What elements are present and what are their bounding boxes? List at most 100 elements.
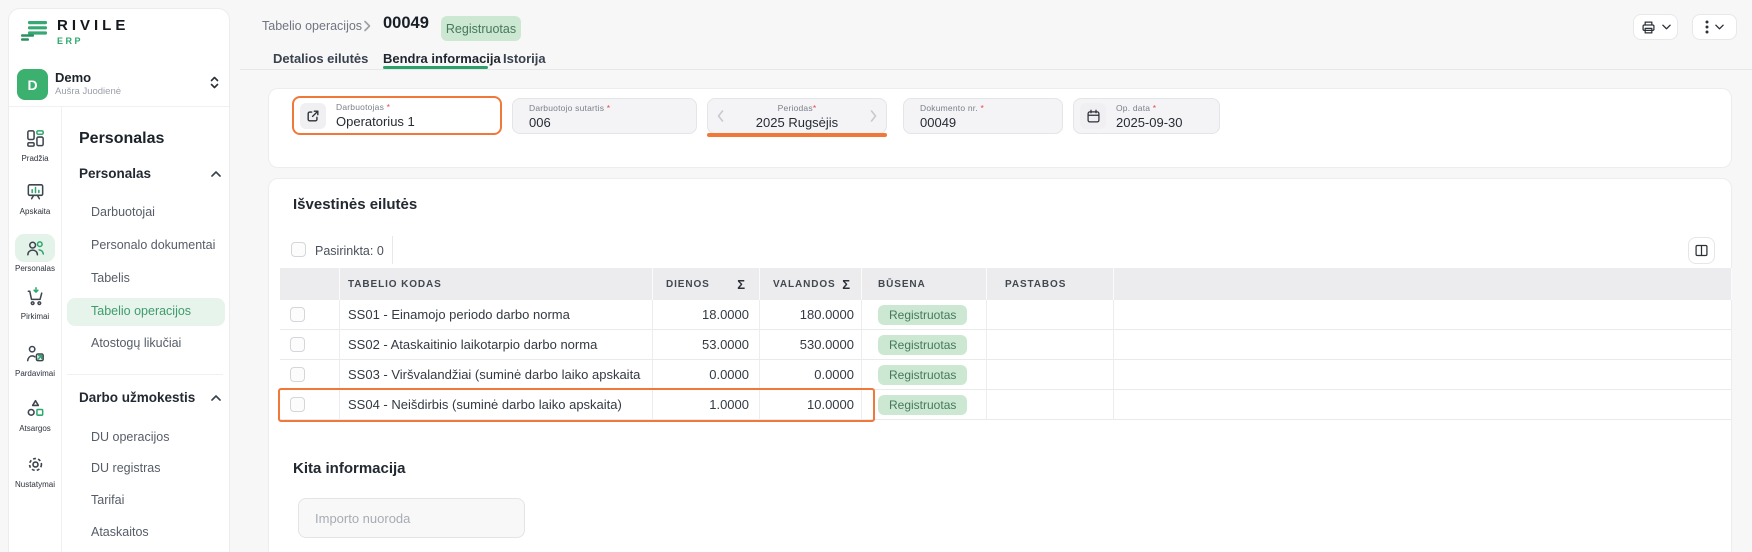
cell-empty	[1114, 390, 1732, 420]
people-icon	[25, 238, 46, 259]
brand-name: RIVILE	[57, 19, 129, 33]
field-value: 00049	[920, 115, 1062, 130]
periodas-highlight-underline	[707, 133, 887, 137]
cell-code: SS04 - Neišdirbis (suminė darbo laiko ap…	[340, 390, 653, 420]
header-tabelio-kodas: TABELIO KODAS	[340, 268, 653, 300]
periodas-field[interactable]: Periodas* 2025 Rugsėjis	[707, 98, 887, 134]
darbuotojo-sutartis-field[interactable]: Darbuotojo sutartis * 006	[512, 98, 697, 134]
field-value: Operatorius 1	[336, 114, 415, 129]
status-badge: Registruotas	[441, 16, 521, 41]
rail-label: Pradžia	[21, 154, 48, 163]
external-link-icon[interactable]	[300, 103, 326, 129]
cell-notes	[987, 300, 1114, 330]
column-settings-button[interactable]	[1688, 237, 1715, 264]
cell-hours: 0.0000	[760, 360, 862, 390]
sidebar-section-darbo-uzmokestis[interactable]: Darbo užmokestis	[79, 390, 195, 405]
row-checkbox[interactable]	[290, 397, 305, 412]
avatar: D	[17, 69, 48, 100]
select-all-checkbox[interactable]	[291, 242, 306, 257]
table-header-row: TABELIO KODAS DIENOS Σ VALANDOS Σ BŪSENA…	[280, 268, 1732, 300]
tab-istorija[interactable]: Istorija	[503, 51, 546, 66]
header-empty-cell	[1114, 268, 1732, 300]
more-actions-button[interactable]	[1692, 14, 1737, 40]
rail-label: Personalas	[15, 264, 55, 273]
app-window: RIVILE ERP D Demo Aušra Juodienė Pradžia	[0, 0, 1752, 552]
row-checkbox[interactable]	[290, 367, 305, 382]
sidebar-title: Personalas	[79, 130, 164, 148]
importo-nuoroda-input[interactable]	[298, 498, 525, 538]
cell-notes	[987, 390, 1114, 420]
sidebar-item-darbuotojai[interactable]: Darbuotojai	[91, 205, 155, 219]
status-badge: Registruotas	[878, 395, 967, 415]
rail-item-pradzia[interactable]: Pradžia	[9, 124, 61, 163]
section-title-kita: Kita informacija	[293, 460, 406, 477]
cell-days: 0.0000	[653, 360, 760, 390]
row-checkbox[interactable]	[290, 337, 305, 352]
sidebar-section-personalas[interactable]: Personalas	[79, 166, 151, 181]
required-mark: *	[980, 103, 984, 113]
user-name: Demo	[55, 70, 91, 85]
table-row[interactable]: SS03 - Viršvalandžiai (suminė darbo laik…	[280, 360, 1732, 390]
chevron-up-icon[interactable]	[211, 395, 221, 401]
rail-label: Nustatymai	[15, 480, 55, 489]
person-arrow-icon	[25, 343, 46, 364]
required-mark: *	[1153, 103, 1157, 113]
calendar-icon[interactable]	[1080, 103, 1106, 129]
rail-item-pardavimai[interactable]: Pardavimai	[9, 339, 61, 378]
brand-tagline: ERP	[57, 36, 129, 46]
user-subtitle: Aušra Juodienė	[55, 86, 121, 97]
rail-label: Apskaita	[20, 207, 51, 216]
rail-item-nustatymai[interactable]: Nustatymai	[9, 450, 61, 489]
status-badge: Registruotas	[878, 365, 967, 385]
breadcrumb-chevron-icon	[363, 20, 371, 32]
field-value: 2025 Rugsėjis	[756, 115, 838, 130]
sidebar-item-personalo-dokumentai[interactable]: Personalo dokumentai	[91, 238, 215, 252]
field-label: Periodas	[778, 103, 813, 113]
kebab-menu-icon	[1705, 20, 1709, 34]
darbuotojas-field[interactable]: Darbuotojas * Operatorius 1	[292, 96, 502, 135]
shapes-icon	[25, 398, 46, 419]
row-checkbox[interactable]	[290, 307, 305, 322]
sidebar-item-du-registras[interactable]: DU registras	[91, 461, 160, 475]
sidebar-item-du-operacijos[interactable]: DU operacijos	[91, 430, 170, 444]
sum-icon: Σ	[842, 277, 851, 292]
sidebar-item-atostogu-likuciai[interactable]: Atostogų likučiai	[91, 336, 181, 350]
header-label: VALANDOS	[773, 279, 836, 290]
required-mark: *	[387, 102, 391, 112]
cell-code: SS01 - Einamojo periodo darbo norma	[340, 300, 653, 330]
sidebar-item-ataskaitos[interactable]: Ataskaitos	[91, 525, 149, 539]
sidebar-item-tabelis[interactable]: Tabelis	[91, 271, 130, 285]
rail-item-personalas[interactable]: Personalas	[9, 234, 61, 273]
table-row-highlighted[interactable]: SS04 - Neišdirbis (suminė darbo laiko ap…	[280, 390, 1732, 420]
breadcrumb[interactable]: Tabelio operacijos	[262, 19, 362, 33]
required-mark: *	[607, 103, 611, 113]
user-switcher-chevron-icon[interactable]	[209, 75, 220, 90]
chevron-down-icon	[1662, 24, 1671, 30]
dokumento-nr-field[interactable]: Dokumento nr. * 00049	[903, 98, 1063, 134]
tab-detalios-eilutes[interactable]: Detalios eilutės	[273, 51, 368, 66]
field-label: Darbuotojas	[336, 102, 384, 112]
tab-bendra-informacija[interactable]: Bendra informacija	[383, 51, 501, 66]
op-data-field[interactable]: Op. data * 2025-09-30	[1073, 98, 1220, 134]
header-valandos: VALANDOS Σ	[760, 268, 862, 300]
rail-item-pirkimai[interactable]: Pirkimai	[9, 282, 61, 321]
cell-hours: 180.0000	[760, 300, 862, 330]
chevron-right-icon[interactable]	[870, 110, 877, 122]
field-label: Darbuotojo sutartis	[529, 103, 604, 113]
chevron-left-icon[interactable]	[717, 110, 724, 122]
table-row[interactable]: SS02 - Ataskaitinio laikotarpio darbo no…	[280, 330, 1732, 360]
sidebar-item-tabelio-operacijos[interactable]: Tabelio operacijos	[91, 304, 191, 318]
table-row[interactable]: SS01 - Einamojo periodo darbo norma 18.0…	[280, 300, 1732, 330]
rail-item-apskaita[interactable]: Apskaita	[9, 177, 61, 216]
rivile-logo-icon	[19, 19, 49, 43]
cell-days: 18.0000	[653, 300, 760, 330]
columns-icon	[1694, 243, 1709, 258]
rail-item-atsargos[interactable]: Atsargos	[9, 394, 61, 433]
cart-icon	[25, 286, 46, 307]
dashboard-icon	[25, 128, 46, 149]
chevron-up-icon[interactable]	[211, 171, 221, 177]
status-badge: Registruotas	[878, 335, 967, 355]
sidebar-item-tarifai[interactable]: Tarifai	[91, 493, 124, 507]
rail-label: Atsargos	[19, 424, 51, 433]
print-button[interactable]	[1633, 14, 1678, 40]
